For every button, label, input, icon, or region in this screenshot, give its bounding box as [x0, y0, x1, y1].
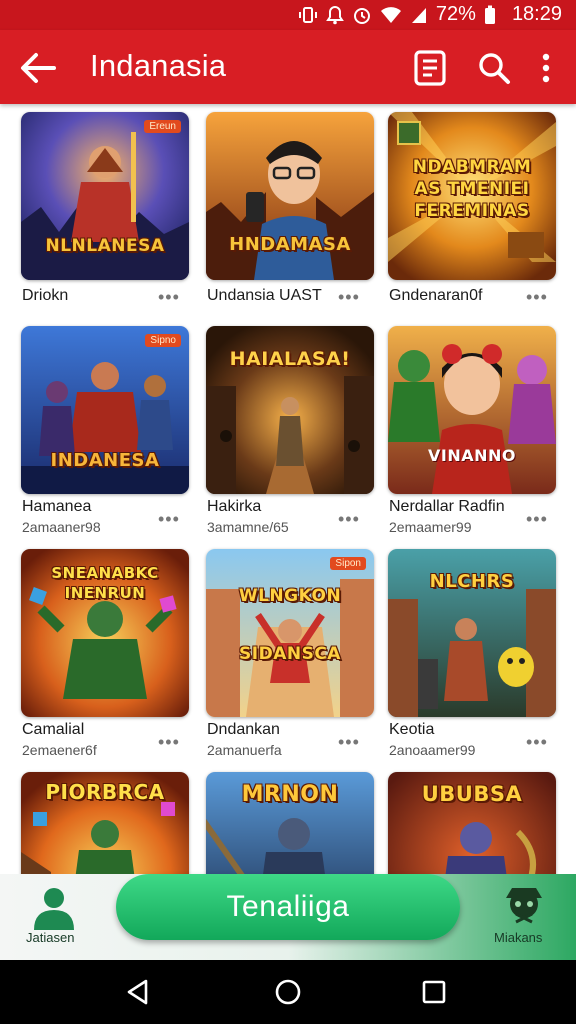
- more-options-icon[interactable]: •••: [338, 509, 360, 530]
- document-button[interactable]: [410, 48, 450, 88]
- game-thumbnail[interactable]: MRNON: [206, 772, 374, 874]
- document-icon: [414, 50, 446, 86]
- game-thumbnail[interactable]: SNEANABKC INENRUN: [21, 549, 189, 717]
- battery-percent: 72%: [435, 3, 476, 25]
- game-subtitle: 2amanuerfa: [207, 742, 282, 758]
- game-art-title: NLCHRS: [429, 571, 515, 592]
- nav-back-button[interactable]: [124, 978, 152, 1006]
- game-title: Keotia: [389, 721, 435, 738]
- circle-home-icon: [275, 979, 301, 1005]
- battery-icon: [484, 5, 495, 24]
- game-art-title: MRNON: [241, 782, 339, 807]
- game-thumbnail[interactable]: NLNLANESA Ereun: [21, 112, 189, 280]
- game-thumbnail[interactable]: WLNGKON SIDANSCA Sipon: [206, 549, 374, 717]
- game-art-title: VINANNO: [428, 446, 516, 465]
- page-title: Indanasia: [90, 48, 227, 83]
- bottom-action-bar: Jatiasen Tenaliiga Miakans: [0, 874, 576, 960]
- game-thumbnail[interactable]: HAIALASA!: [206, 326, 374, 494]
- game-thumbnail[interactable]: UBUBSA: [388, 772, 556, 874]
- more-vert-icon: [542, 53, 550, 83]
- status-bar: 72% 18:29: [0, 0, 576, 30]
- more-options-icon[interactable]: •••: [158, 732, 180, 753]
- game-art-title: INDANESA: [50, 450, 160, 471]
- game-thumbnail[interactable]: PIORBRCA: [21, 772, 189, 874]
- game-thumbnail[interactable]: NLCHRS: [388, 549, 556, 717]
- more-options-button[interactable]: [526, 48, 566, 88]
- game-title: Camalial: [22, 721, 85, 738]
- more-options-icon[interactable]: •••: [526, 287, 548, 308]
- more-options-icon[interactable]: •••: [526, 509, 548, 530]
- back-button[interactable]: [18, 50, 58, 86]
- game-thumbnail[interactable]: NDABMRAM AS TMENIEI FEREMINAS: [388, 112, 556, 280]
- game-title: Gndenaran0f: [389, 287, 483, 304]
- game-art-title: PIORBRCA: [45, 780, 165, 804]
- game-tag: Sipno: [145, 334, 181, 347]
- game-grid: NLNLANESA Ereun Driokn ••• HNDAMASA Unda…: [0, 104, 576, 874]
- more-options-icon[interactable]: •••: [158, 509, 180, 530]
- pirate-icon: [506, 888, 542, 924]
- vibrate-icon: [298, 6, 317, 23]
- game-art-title: HNDAMASA: [229, 234, 351, 255]
- more-options-icon[interactable]: •••: [338, 732, 360, 753]
- game-art-title: HAIALASA!: [229, 348, 351, 370]
- game-art-title: WLNGKON SIDANSCA: [238, 586, 342, 664]
- wifi-icon: [380, 6, 401, 23]
- game-thumbnail[interactable]: INDANESA Sipno: [21, 326, 189, 494]
- profile-tab-label: Jatiasen: [26, 930, 75, 945]
- alarm-icon: [353, 7, 370, 24]
- search-button[interactable]: [474, 48, 514, 88]
- mascot-tab-label: Miakans: [494, 930, 543, 945]
- game-title: Dndankan: [207, 721, 280, 738]
- signal-icon: [411, 7, 426, 23]
- more-options-icon[interactable]: •••: [526, 732, 548, 753]
- game-subtitle: 3amamne/65: [207, 519, 289, 535]
- game-tag: Sipon: [330, 557, 366, 570]
- mascot-tab[interactable]: [496, 884, 552, 928]
- clock: 18:29: [511, 3, 562, 25]
- game-art-title: UBUBSA: [421, 782, 523, 806]
- triangle-back-icon: [127, 979, 148, 1005]
- game-title: Hakirka: [207, 498, 262, 515]
- game-subtitle: 2emaamer99: [389, 519, 472, 535]
- notification-bell-icon: [326, 5, 344, 24]
- search-icon: [479, 53, 510, 84]
- game-art-title: NDABMRAM AS TMENIEI FEREMINAS: [412, 157, 532, 221]
- main-action-button[interactable]: Tenaliiga: [116, 874, 460, 940]
- game-subtitle: 2amaaner98: [22, 519, 101, 535]
- game-title: Undansia UAST: [207, 287, 322, 304]
- game-title: Hamanea: [22, 498, 92, 515]
- game-art-title: NLNLANESA: [45, 236, 165, 256]
- back-arrow-icon: [21, 53, 56, 83]
- person-icon: [34, 888, 74, 930]
- game-thumbnail[interactable]: HNDAMASA: [206, 112, 374, 280]
- game-title: Nerdallar Radfin: [389, 498, 505, 515]
- more-options-icon[interactable]: •••: [158, 287, 180, 308]
- system-navigation-bar: [0, 960, 576, 1024]
- game-subtitle: 2anoaamer99: [389, 742, 476, 758]
- game-title: Driokn: [22, 287, 69, 304]
- square-recents-icon: [422, 980, 446, 1004]
- app-bar: Indanasia: [0, 30, 576, 104]
- more-options-icon[interactable]: •••: [338, 287, 360, 308]
- nav-home-button[interactable]: [274, 978, 302, 1006]
- game-art-title: SNEANABKC INENRUN: [51, 564, 159, 602]
- game-subtitle: 2emaener6f: [22, 742, 97, 758]
- game-thumbnail[interactable]: VINANNO: [388, 326, 556, 494]
- game-tag: Ereun: [144, 120, 181, 133]
- nav-recents-button[interactable]: [420, 978, 448, 1006]
